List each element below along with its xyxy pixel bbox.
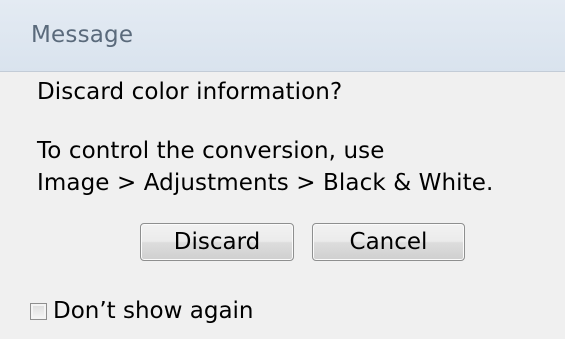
dont-show-again-option[interactable]: Don’t show again — [30, 298, 254, 324]
message-detail-line1: To control the conversion, use — [37, 138, 385, 164]
dont-show-again-checkbox[interactable] — [30, 302, 47, 320]
discard-button[interactable]: Discard — [140, 223, 294, 261]
cancel-button[interactable]: Cancel — [312, 223, 465, 261]
title-bar[interactable]: Message — [0, 0, 565, 72]
message-dialog: Message Discard color information? To co… — [0, 0, 565, 339]
dialog-title: Message — [31, 22, 134, 48]
dont-show-again-label[interactable]: Don’t show again — [53, 298, 254, 324]
message-question: Discard color information? — [37, 79, 343, 105]
message-detail-line2: Image > Adjustments > Black & White. — [37, 170, 494, 196]
